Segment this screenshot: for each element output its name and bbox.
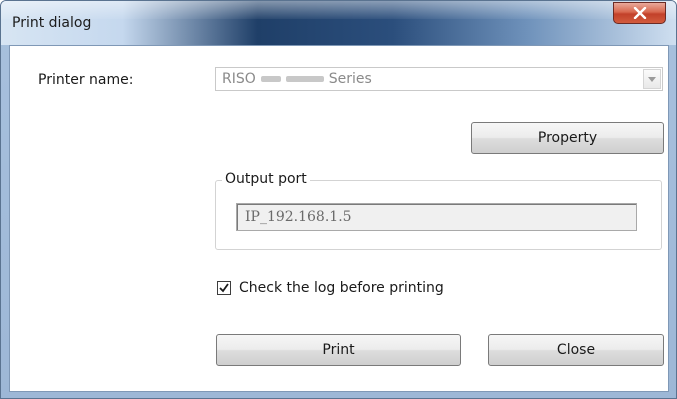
check-log-label[interactable]: Check the log before printing [239, 280, 444, 296]
chevron-down-icon [648, 77, 656, 82]
redacted-model-mark [285, 76, 324, 82]
dropdown-button[interactable] [643, 69, 661, 89]
printer-name-value: RISO Series [222, 71, 372, 87]
output-port-group: Output port IP_192.168.1.5 [215, 171, 662, 250]
output-port-field[interactable]: IP_192.168.1.5 [236, 203, 637, 231]
property-button[interactable]: Property [471, 122, 664, 154]
checkmark-icon [219, 283, 229, 293]
redacted-model-mark [260, 76, 281, 82]
dialog-body: Printer name: RISO Series Property Outpu… [9, 45, 669, 392]
window-title: Print dialog [12, 15, 92, 31]
printer-name-suffix: Series [328, 71, 372, 87]
printer-name-select[interactable]: RISO Series [215, 67, 663, 91]
print-dialog-window: Print dialog Printer name: RISO Series P… [0, 0, 677, 399]
output-port-value: IP_192.168.1.5 [245, 209, 352, 225]
window-close-button[interactable] [613, 2, 666, 24]
print-button[interactable]: Print [216, 334, 461, 366]
printer-name-prefix: RISO [222, 71, 256, 87]
check-log-checkbox[interactable] [217, 281, 231, 295]
printer-name-label: Printer name: [38, 72, 134, 88]
title-bar[interactable]: Print dialog [1, 1, 676, 45]
close-x-icon [633, 7, 647, 19]
output-port-legend: Output port [222, 171, 310, 187]
close-button[interactable]: Close [488, 334, 664, 366]
